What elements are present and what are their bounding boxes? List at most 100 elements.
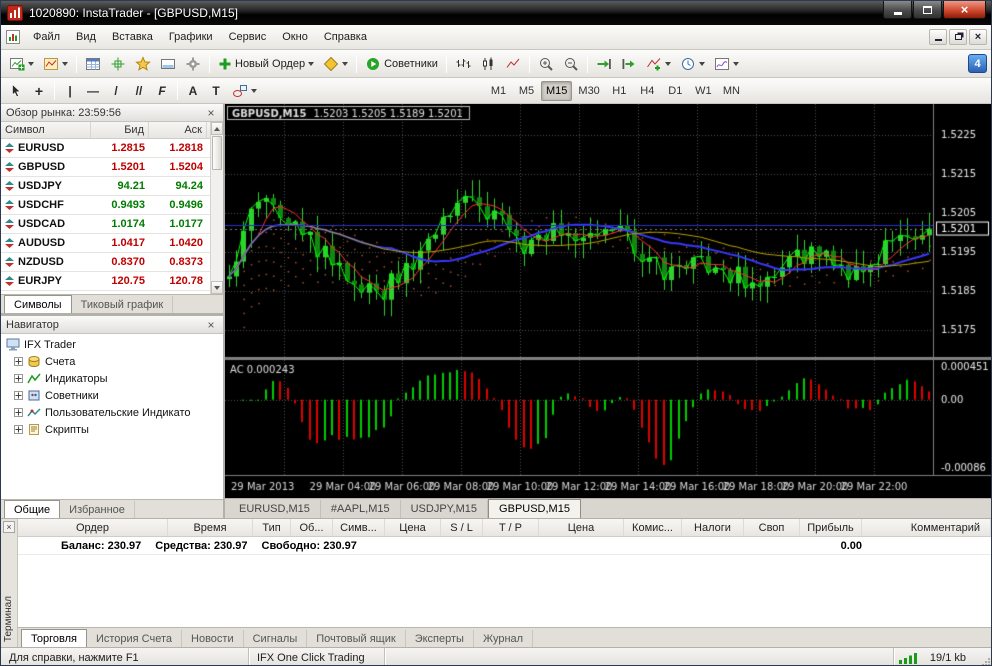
metaeditor-button[interactable] bbox=[319, 53, 352, 75]
market-watch-row[interactable]: EURJPY 120.75 120.78 bbox=[1, 272, 223, 291]
symbol-cell: USDJPY bbox=[1, 180, 91, 192]
mdi-minimize-button[interactable] bbox=[929, 29, 947, 45]
market-watch-tab-тиковый-график[interactable]: Тиковый график bbox=[72, 296, 174, 313]
terminal-tab-торговля[interactable]: Торговля bbox=[21, 629, 87, 647]
market-watch-row[interactable]: GBPUSD 1.5201 1.5204 bbox=[1, 158, 223, 177]
cursor-tool-button[interactable] bbox=[5, 80, 27, 102]
timeframe-button-MN[interactable]: MN bbox=[718, 81, 745, 101]
line-chart-button[interactable] bbox=[501, 53, 525, 75]
menu-item-6[interactable]: Окно bbox=[274, 27, 316, 47]
minimize-button[interactable] bbox=[883, 1, 912, 19]
expand-plus-icon[interactable] bbox=[14, 408, 23, 417]
market-watch-tab-символы[interactable]: Символы bbox=[4, 295, 72, 313]
close-button[interactable]: × bbox=[943, 1, 986, 19]
scrollbar-thumb[interactable] bbox=[212, 136, 222, 170]
expert-advisors-button[interactable]: Советники bbox=[361, 53, 442, 75]
news-notification-badge[interactable]: 4 bbox=[968, 54, 987, 73]
mdi-restore-button[interactable] bbox=[949, 29, 967, 45]
expand-plus-icon[interactable] bbox=[14, 391, 23, 400]
chart-tab-EURUSDM15[interactable]: EURUSD,M15 bbox=[229, 500, 321, 518]
mdi-close-button[interactable]: × bbox=[969, 29, 987, 45]
market-watch-row[interactable]: USDJPY 94.21 94.24 bbox=[1, 177, 223, 196]
navigator-item[interactable]: Советники bbox=[1, 387, 223, 404]
chart-tab-GBPUSDM15[interactable]: GBPUSD,M15 bbox=[488, 499, 581, 518]
platform-icon bbox=[6, 338, 20, 351]
timeframe-button-M5[interactable]: M5 bbox=[513, 81, 540, 101]
market-watch-row[interactable]: USDCAD 1.0174 1.0177 bbox=[1, 215, 223, 234]
market-watch-toggle[interactable] bbox=[81, 53, 105, 75]
zoom-in-button[interactable] bbox=[534, 53, 558, 75]
menu-item-7[interactable]: Справка bbox=[316, 27, 375, 47]
new-order-button[interactable]: Новый Ордер bbox=[214, 53, 318, 75]
indicators-button[interactable] bbox=[642, 53, 675, 75]
text-tool-button[interactable]: A bbox=[182, 80, 204, 102]
market-watch-row[interactable]: AUDUSD 1.0417 1.0420 bbox=[1, 234, 223, 253]
menu-item-2[interactable]: Вид bbox=[68, 27, 104, 47]
expand-plus-icon[interactable] bbox=[14, 425, 23, 434]
terminal-tab-история-счета[interactable]: История Счета bbox=[87, 630, 183, 647]
new-order-icon bbox=[219, 58, 231, 69]
fibonacci-tool-button[interactable]: F bbox=[151, 80, 173, 102]
menu-item-3[interactable]: Вставка bbox=[104, 27, 161, 47]
close-icon[interactable]: × bbox=[204, 107, 218, 119]
new-chart-button[interactable] bbox=[5, 53, 38, 75]
shapes-button[interactable] bbox=[228, 80, 261, 102]
navigator-item[interactable]: Пользовательские Индикато bbox=[1, 404, 223, 421]
chart-tab-USDJPYM15[interactable]: USDJPY,M15 bbox=[401, 500, 489, 518]
terminal-tab-эксперты[interactable]: Эксперты bbox=[406, 630, 474, 647]
timeframe-button-M1[interactable]: M1 bbox=[485, 81, 512, 101]
horizontal-line-tool-button[interactable]: — bbox=[82, 80, 104, 102]
navigator-item[interactable]: Индикаторы bbox=[1, 370, 223, 387]
profiles-button[interactable] bbox=[39, 53, 72, 75]
templates-button[interactable] bbox=[710, 53, 743, 75]
auto-scroll-toggle[interactable] bbox=[592, 53, 616, 75]
vertical-line-tool-button[interactable]: | bbox=[59, 80, 81, 102]
timeframe-button-M30[interactable]: M30 bbox=[573, 81, 604, 101]
resize-grip[interactable] bbox=[976, 648, 991, 665]
channel-tool-button[interactable]: // bbox=[128, 80, 150, 102]
chart-shift-toggle[interactable] bbox=[617, 53, 641, 75]
chart-tab-AAPLM15[interactable]: #AAPL,M15 bbox=[321, 500, 401, 518]
terminal-tab-почтовый-ящик[interactable]: Почтовый ящик bbox=[307, 630, 406, 647]
market-watch-row[interactable]: EURUSD 1.2815 1.2818 bbox=[1, 139, 223, 158]
timeframe-button-W1[interactable]: W1 bbox=[690, 81, 717, 101]
terminal-tab-сигналы[interactable]: Сигналы bbox=[244, 630, 308, 647]
close-icon[interactable]: × bbox=[204, 319, 218, 331]
expand-plus-icon[interactable] bbox=[14, 374, 23, 383]
timeframe-button-M15[interactable]: M15 bbox=[541, 80, 573, 101]
market-watch-row[interactable]: NZDUSD 0.8370 0.8373 bbox=[1, 253, 223, 272]
candlestick-chart-button[interactable] bbox=[476, 53, 500, 75]
terminal-toggle[interactable] bbox=[156, 53, 180, 75]
price-chart-canvas[interactable] bbox=[225, 104, 991, 498]
one-click-trading-button[interactable]: IFX One Click Trading bbox=[249, 648, 385, 665]
navigator-tab-избранное[interactable]: Избранное bbox=[60, 501, 135, 518]
menu-item-5[interactable]: Сервис bbox=[221, 27, 275, 47]
crosshair-tool-button[interactable]: + bbox=[28, 80, 50, 102]
menu-item-1[interactable]: Файл bbox=[25, 27, 68, 47]
scroll-up-button[interactable] bbox=[211, 122, 223, 135]
scroll-down-button[interactable] bbox=[211, 281, 223, 294]
terminal-tab-новости[interactable]: Новости bbox=[182, 630, 244, 647]
terminal-close-icon[interactable]: × bbox=[3, 521, 15, 533]
timeframe-button-D1[interactable]: D1 bbox=[662, 81, 689, 101]
market-watch-scrollbar[interactable] bbox=[210, 122, 223, 294]
market-watch-row[interactable]: USDCHF 0.9493 0.9496 bbox=[1, 196, 223, 215]
strategy-tester-toggle[interactable] bbox=[181, 53, 205, 75]
navigator-item[interactable]: Счета bbox=[1, 353, 223, 370]
terminal-tab-журнал[interactable]: Журнал bbox=[474, 630, 534, 647]
timeframe-button-H4[interactable]: H4 bbox=[634, 81, 661, 101]
navigator-item[interactable]: Скрипты bbox=[1, 421, 223, 438]
menu-item-4[interactable]: Графики bbox=[161, 27, 221, 47]
label-tool-button[interactable]: T bbox=[205, 80, 227, 102]
periods-button[interactable] bbox=[676, 53, 709, 75]
timeframe-button-H1[interactable]: H1 bbox=[606, 81, 633, 101]
maximize-button[interactable] bbox=[913, 1, 942, 19]
navigator-root[interactable]: IFX Trader bbox=[1, 336, 223, 353]
navigator-tab-общие[interactable]: Общие bbox=[4, 500, 61, 518]
data-window-toggle[interactable] bbox=[106, 53, 130, 75]
navigator-toggle[interactable] bbox=[131, 53, 155, 75]
zoom-out-button[interactable] bbox=[559, 53, 583, 75]
bar-chart-button[interactable] bbox=[451, 53, 475, 75]
expand-plus-icon[interactable] bbox=[14, 357, 23, 366]
trendline-tool-button[interactable]: / bbox=[105, 80, 127, 102]
